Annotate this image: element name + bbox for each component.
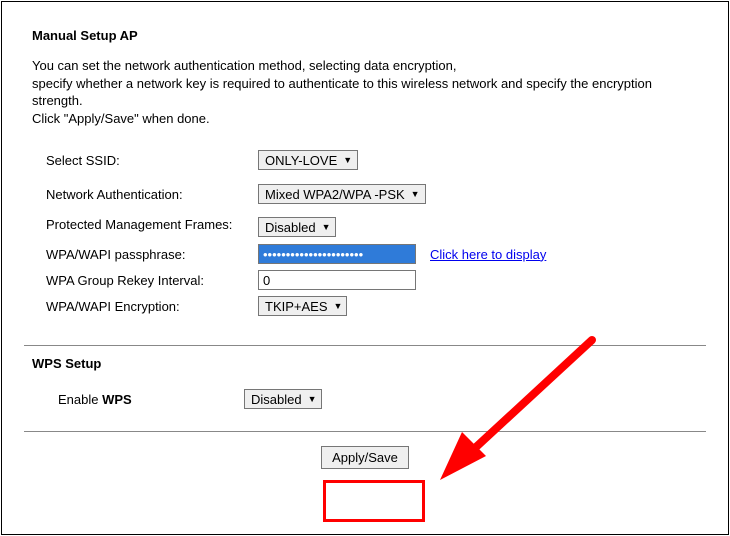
- wps-select[interactable]: Disabled ▼: [244, 389, 322, 409]
- auth-select[interactable]: Mixed WPA2/WPA -PSK ▼: [258, 184, 426, 204]
- display-passphrase-link[interactable]: Click here to display: [430, 247, 546, 262]
- encryption-select-value: TKIP+AES: [265, 299, 328, 314]
- intro-text: You can set the network authentication m…: [32, 57, 698, 127]
- caret-down-icon: ▼: [343, 156, 352, 165]
- row-pmf: Protected Management Frames: Disabled ▼: [46, 217, 698, 239]
- row-rekey: WPA Group Rekey Interval:: [46, 269, 698, 291]
- passphrase-input[interactable]: [258, 244, 416, 264]
- label-passphrase: WPA/WAPI passphrase:: [46, 247, 258, 262]
- row-passphrase: WPA/WAPI passphrase: Click here to displ…: [46, 243, 698, 265]
- row-auth: Network Authentication: Mixed WPA2/WPA -…: [46, 183, 698, 205]
- intro-line-1: You can set the network authentication m…: [32, 58, 456, 73]
- row-ssid: Select SSID: ONLY-LOVE ▼: [46, 149, 698, 171]
- button-row: Apply/Save: [24, 446, 706, 469]
- label-wps: Enable WPS: [58, 392, 244, 407]
- wps-select-value: Disabled: [251, 392, 302, 407]
- pmf-select-value: Disabled: [265, 220, 316, 235]
- intro-line-3: Click "Apply/Save" when done.: [32, 111, 210, 126]
- caret-down-icon: ▼: [322, 223, 331, 232]
- label-encryption: WPA/WAPI Encryption:: [46, 299, 258, 314]
- apply-save-button[interactable]: Apply/Save: [321, 446, 409, 469]
- page-title: Manual Setup AP: [32, 28, 698, 43]
- rekey-input[interactable]: [258, 270, 416, 290]
- caret-down-icon: ▼: [308, 395, 317, 404]
- pmf-select[interactable]: Disabled ▼: [258, 217, 336, 237]
- page-frame: Manual Setup AP You can set the network …: [1, 1, 729, 535]
- annotation-highlight-box: [323, 480, 425, 522]
- row-encryption: WPA/WAPI Encryption: TKIP+AES ▼: [46, 295, 698, 317]
- encryption-select[interactable]: TKIP+AES ▼: [258, 296, 347, 316]
- auth-select-value: Mixed WPA2/WPA -PSK: [265, 187, 405, 202]
- label-ssid: Select SSID:: [46, 153, 258, 168]
- intro-line-2: specify whether a network key is require…: [32, 76, 652, 109]
- ssid-select[interactable]: ONLY-LOVE ▼: [258, 150, 358, 170]
- separator: [24, 345, 706, 346]
- ssid-select-value: ONLY-LOVE: [265, 153, 337, 168]
- label-wps-prefix: Enable: [58, 392, 102, 407]
- label-rekey: WPA Group Rekey Interval:: [46, 273, 258, 288]
- label-pmf: Protected Management Frames:: [46, 217, 258, 233]
- separator: [24, 431, 706, 432]
- label-auth: Network Authentication:: [46, 187, 258, 202]
- row-wps: Enable WPS Disabled ▼: [58, 389, 698, 409]
- wps-title: WPS Setup: [32, 356, 706, 371]
- manual-setup-form: Select SSID: ONLY-LOVE ▼ Network Authent…: [46, 149, 698, 317]
- caret-down-icon: ▼: [411, 190, 420, 199]
- label-wps-bold: WPS: [102, 392, 132, 407]
- caret-down-icon: ▼: [334, 302, 343, 311]
